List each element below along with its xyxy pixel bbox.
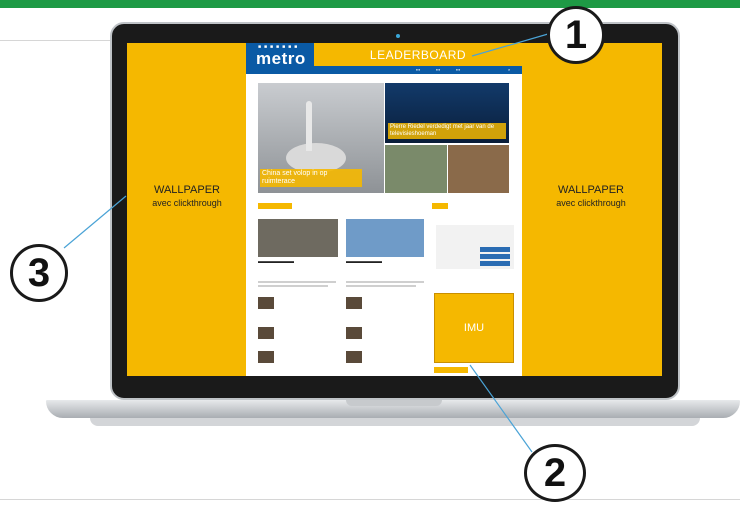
nav-item[interactable]: ▪▪▪ xyxy=(416,67,420,72)
nav-item[interactable]: ▪▪▪ xyxy=(436,67,440,72)
side-button[interactable] xyxy=(480,254,510,259)
laptop-notch xyxy=(346,400,442,406)
rocket-shape xyxy=(306,101,312,151)
list-thumb[interactable] xyxy=(346,297,362,309)
card-title[interactable]: ▬▬▬▬▬▬ xyxy=(258,259,338,266)
website-preview: ■■■■■■■ metro LEADERBOARD ▪▪▪ ▪▪▪ ▪▪▪ ⌕ … xyxy=(246,43,522,376)
card-image[interactable] xyxy=(258,219,338,257)
leaderboard-ad[interactable]: LEADERBOARD xyxy=(314,43,522,66)
list-thumb[interactable] xyxy=(346,327,362,339)
section-tag xyxy=(434,367,468,373)
divider-bottom xyxy=(0,499,740,500)
wallpaper-right-subtitle: avec clickthrough xyxy=(556,198,626,208)
hero3-image[interactable] xyxy=(385,145,447,193)
callout-3: 3 xyxy=(10,244,68,302)
text-line xyxy=(258,285,328,287)
site-nav: ▪▪▪ ▪▪▪ ▪▪▪ ⌕ xyxy=(246,66,522,74)
section-tag xyxy=(432,203,448,209)
list-thumb[interactable] xyxy=(258,297,274,309)
text-line xyxy=(258,281,336,283)
text-line xyxy=(346,281,424,283)
top-accent-bar xyxy=(0,0,740,8)
wallpaper-right-title: WALLPAPER xyxy=(557,184,625,196)
hero4-image[interactable] xyxy=(448,145,509,193)
wallpaper-left-title: WALLPAPER xyxy=(153,184,221,196)
camera-dot xyxy=(396,34,400,38)
wallpaper-left[interactable]: WALLPAPER avec clickthrough xyxy=(128,184,246,208)
hero-title[interactable]: China set volop in op ruimterace xyxy=(260,169,362,187)
list-thumb[interactable] xyxy=(258,327,274,339)
laptop-base-shadow xyxy=(90,418,700,426)
side-button[interactable] xyxy=(480,261,510,266)
wallpaper-right[interactable]: WALLPAPER avec clickthrough xyxy=(532,184,650,208)
side-button[interactable] xyxy=(480,247,510,252)
list-thumb[interactable] xyxy=(258,351,274,363)
hero2-title[interactable]: Pierre Riedel verdedigt met jaar van de … xyxy=(388,123,506,139)
callout-1: 1 xyxy=(547,6,605,64)
text-line xyxy=(346,285,416,287)
wallpaper-left-subtitle: avec clickthrough xyxy=(152,198,222,208)
section-tag xyxy=(258,203,292,209)
callout-2: 2 xyxy=(524,444,586,502)
divider-top xyxy=(0,40,120,41)
search-icon[interactable]: ⌕ xyxy=(508,67,510,72)
list-thumb[interactable] xyxy=(346,351,362,363)
card-image[interactable] xyxy=(346,219,424,257)
card-title[interactable]: ▬▬▬▬▬▬ xyxy=(346,259,426,266)
imu-ad[interactable]: IMU xyxy=(434,293,514,363)
nav-item[interactable]: ▪▪▪ xyxy=(456,67,460,72)
